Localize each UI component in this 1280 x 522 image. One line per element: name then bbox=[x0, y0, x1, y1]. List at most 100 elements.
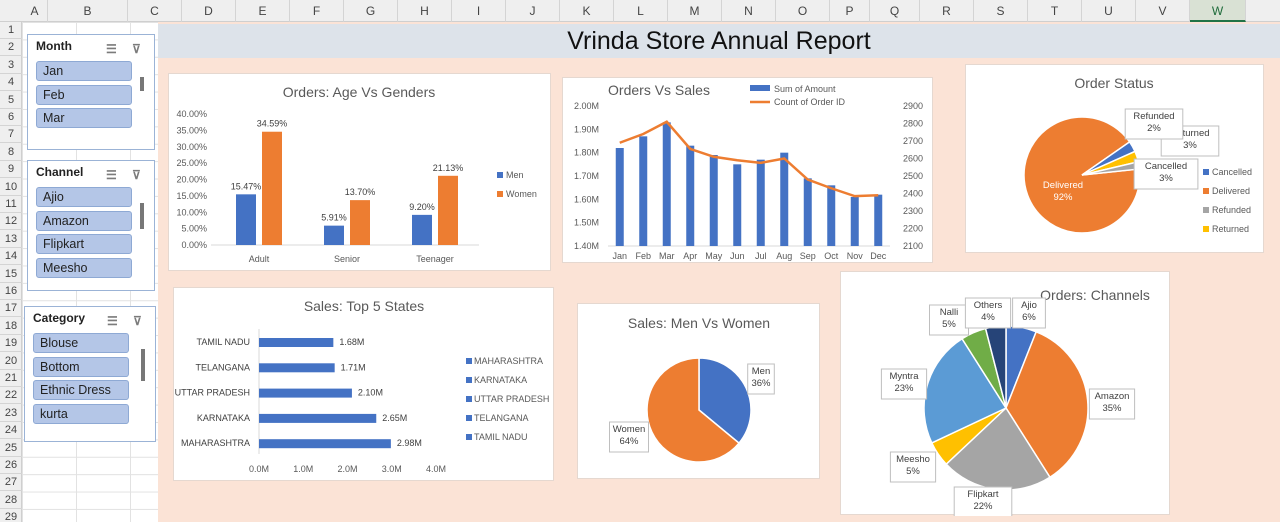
row-header-12[interactable]: 12 bbox=[0, 213, 22, 231]
column-header-L[interactable]: L bbox=[614, 0, 668, 22]
row-header-7[interactable]: 7 bbox=[0, 126, 22, 144]
column-header-H[interactable]: H bbox=[398, 0, 452, 22]
bar-amount-jun[interactable] bbox=[733, 164, 742, 246]
row-header-8[interactable]: 8 bbox=[0, 144, 22, 161]
bar-amount-may[interactable] bbox=[709, 155, 718, 246]
column-header-P[interactable]: P bbox=[830, 0, 870, 22]
row-header-14[interactable]: 14 bbox=[0, 248, 22, 266]
row-header-15[interactable]: 15 bbox=[0, 266, 22, 283]
column-header-R[interactable]: R bbox=[920, 0, 974, 22]
row-header-4[interactable]: 4 bbox=[0, 74, 22, 92]
row-header-16[interactable]: 16 bbox=[0, 283, 22, 300]
multi-select-icon[interactable]: ☰ bbox=[107, 310, 118, 332]
channel-slicer[interactable]: Channel ☰ ⊽ Ajio Amazon Flipkart Meesho bbox=[27, 160, 155, 291]
column-header-V[interactable]: V bbox=[1136, 0, 1190, 22]
column-header-Q[interactable]: Q bbox=[870, 0, 920, 22]
multi-select-icon[interactable]: ☰ bbox=[106, 38, 117, 60]
row-header-22[interactable]: 22 bbox=[0, 387, 22, 405]
slicer-item[interactable]: Mar bbox=[36, 108, 132, 128]
row-header-1[interactable]: 1 bbox=[0, 22, 22, 39]
bar-karnataka[interactable] bbox=[259, 413, 377, 423]
column-header-T[interactable]: T bbox=[1028, 0, 1082, 22]
top-states-chart[interactable]: Sales: Top 5 States TAMIL NADU 1.68M TELANG… bbox=[173, 287, 554, 481]
slicer-scrollbar[interactable] bbox=[140, 203, 144, 229]
column-header-C[interactable]: C bbox=[128, 0, 182, 22]
row-header-13[interactable]: 13 bbox=[0, 231, 22, 248]
slicer-item[interactable]: Jan bbox=[36, 61, 132, 81]
row-header-10[interactable]: 10 bbox=[0, 179, 22, 196]
bar-amount-sep[interactable] bbox=[803, 178, 812, 246]
bar-amount-mar[interactable] bbox=[662, 122, 671, 246]
bar-women-teenager[interactable] bbox=[438, 175, 458, 245]
row-header-18[interactable]: 18 bbox=[0, 318, 22, 335]
channels-chart[interactable]: Orders: Channels Ajio 6% Amazon 35% Flipkart 2… bbox=[840, 271, 1170, 518]
bar-amount-nov[interactable] bbox=[850, 197, 859, 246]
age-gender-chart[interactable]: Orders: Age Vs Genders 0.00% 5.00% 10.00% 15… bbox=[168, 73, 551, 271]
slicer-item[interactable]: Flipkart bbox=[36, 234, 132, 254]
column-header-N[interactable]: N bbox=[722, 0, 776, 22]
bar-women-adult[interactable] bbox=[262, 131, 282, 245]
row-header-20[interactable]: 20 bbox=[0, 353, 22, 370]
bar-uttar-pradesh[interactable] bbox=[259, 388, 352, 398]
bar-men-teenager[interactable] bbox=[412, 214, 432, 245]
slicer-scrollbar[interactable] bbox=[141, 349, 145, 381]
column-header-W[interactable]: W bbox=[1190, 0, 1246, 22]
column-header-S[interactable]: S bbox=[974, 0, 1028, 22]
row-header-23[interactable]: 23 bbox=[0, 405, 22, 422]
slicer-item[interactable]: Amazon bbox=[36, 211, 132, 231]
clear-filter-icon[interactable]: ⊽ bbox=[132, 38, 141, 60]
row-header-27[interactable]: 27 bbox=[0, 474, 22, 492]
column-header-K[interactable]: K bbox=[560, 0, 614, 22]
row-header-28[interactable]: 28 bbox=[0, 492, 22, 509]
column-header-M[interactable]: M bbox=[668, 0, 722, 22]
bar-amount-dec[interactable] bbox=[874, 194, 883, 246]
category-slicer[interactable]: Category ☰ ⊽ Blouse Bottom Ethnic Dress kurta bbox=[24, 306, 156, 442]
bar-amount-jul[interactable] bbox=[756, 159, 765, 246]
row-header-17[interactable]: 17 bbox=[0, 300, 22, 318]
column-header-D[interactable]: D bbox=[182, 0, 236, 22]
bar-amount-jan[interactable] bbox=[615, 148, 624, 246]
clear-filter-icon[interactable]: ⊽ bbox=[132, 164, 141, 186]
column-header-G[interactable]: G bbox=[344, 0, 398, 22]
slicer-item[interactable]: Meesho bbox=[36, 258, 132, 278]
slicer-item[interactable]: Ajio bbox=[36, 187, 132, 207]
row-header-5[interactable]: 5 bbox=[0, 92, 22, 109]
row-header-21[interactable]: 21 bbox=[0, 370, 22, 387]
bar-maharashtra[interactable] bbox=[259, 439, 391, 449]
slicer-item[interactable]: Bottom bbox=[33, 357, 129, 377]
month-slicer[interactable]: Month ☰ ⊽ Jan Feb Mar bbox=[27, 34, 155, 150]
slicer-scrollbar[interactable] bbox=[140, 77, 144, 91]
bar-telangana[interactable] bbox=[259, 363, 335, 373]
row-header-29[interactable]: 29 bbox=[0, 509, 22, 522]
row-header-6[interactable]: 6 bbox=[0, 109, 22, 126]
orders-sales-chart[interactable]: Orders Vs Sales Sum of Amount Count of Ord… bbox=[562, 77, 933, 263]
column-header-B[interactable]: B bbox=[48, 0, 128, 22]
row-header-11[interactable]: 11 bbox=[0, 196, 22, 213]
row-header-9[interactable]: 9 bbox=[0, 161, 22, 179]
bar-women-senior[interactable] bbox=[350, 200, 370, 245]
bar-men-senior[interactable] bbox=[324, 225, 344, 245]
slicer-item[interactable]: kurta bbox=[33, 404, 129, 424]
slicer-item[interactable]: Feb bbox=[36, 85, 132, 105]
bar-amount-aug[interactable] bbox=[780, 152, 789, 246]
men-women-sales-chart[interactable]: Sales: Men Vs Women Men 36% Women 64% bbox=[577, 303, 820, 479]
bar-amount-oct[interactable] bbox=[827, 185, 836, 246]
slicer-item[interactable]: Ethnic Dress bbox=[33, 380, 129, 400]
slicer-item[interactable]: Blouse bbox=[33, 333, 129, 353]
column-header-A[interactable]: A bbox=[22, 0, 48, 22]
bar-amount-feb[interactable] bbox=[639, 136, 648, 246]
column-header-I[interactable]: I bbox=[452, 0, 506, 22]
row-header-25[interactable]: 25 bbox=[0, 440, 22, 457]
row-header-19[interactable]: 19 bbox=[0, 335, 22, 353]
line-order-count[interactable] bbox=[619, 120, 879, 198]
row-header-3[interactable]: 3 bbox=[0, 57, 22, 74]
clear-filter-icon[interactable]: ⊽ bbox=[133, 310, 142, 332]
column-header-E[interactable]: E bbox=[236, 0, 290, 22]
column-header-U[interactable]: U bbox=[1082, 0, 1136, 22]
bar-amount-apr[interactable] bbox=[686, 145, 695, 246]
column-header-J[interactable]: J bbox=[506, 0, 560, 22]
column-header-O[interactable]: O bbox=[776, 0, 830, 22]
row-header-2[interactable]: 2 bbox=[0, 39, 22, 57]
bar-men-adult[interactable] bbox=[236, 194, 256, 245]
row-header-26[interactable]: 26 bbox=[0, 457, 22, 474]
